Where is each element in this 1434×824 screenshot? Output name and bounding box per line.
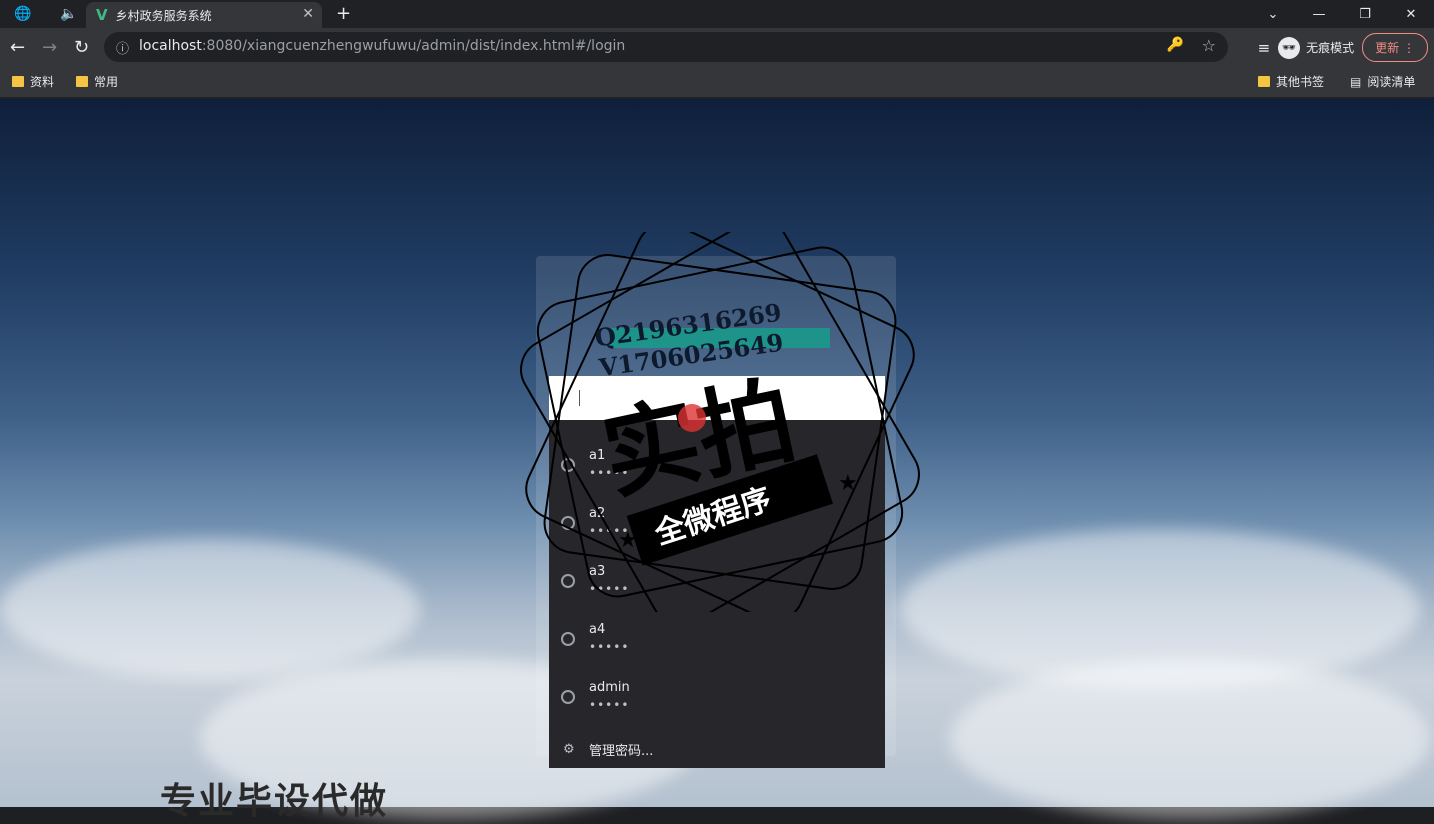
- restore-icon[interactable]: ❐: [1342, 0, 1388, 28]
- autofill-dropdown: a1 ••••• a2 ••••• a3 ••••• a4 ••••• admi…: [549, 420, 885, 768]
- close-tab-icon[interactable]: ✕: [302, 6, 314, 22]
- username-input[interactable]: [549, 376, 885, 420]
- minimize-icon[interactable]: —: [1296, 0, 1342, 28]
- manage-passwords[interactable]: ⚙ 管理密码...: [549, 738, 885, 762]
- reload-icon[interactable]: ↻: [74, 37, 89, 58]
- account-name: a2: [589, 506, 606, 521]
- folder-icon: [76, 76, 88, 87]
- manage-passwords-label: 管理密码...: [589, 744, 654, 759]
- new-tab-icon[interactable]: +: [336, 3, 351, 24]
- url-text[interactable]: localhost:8080/xiangcuenzhengwufuwu/admi…: [139, 38, 625, 54]
- reading-mode-icon[interactable]: ≡: [1258, 39, 1271, 57]
- gear-icon: ⚙: [563, 742, 575, 757]
- incognito-indicator[interactable]: 🕶 无痕模式: [1278, 36, 1355, 59]
- tab-active[interactable]: V 乡村政务服务系统 ✕: [86, 2, 322, 28]
- text-caret: [579, 390, 580, 406]
- incognito-label: 无痕模式: [1306, 41, 1355, 55]
- cloud: [950, 659, 1430, 819]
- saved-account-1[interactable]: a2 •••••: [549, 486, 885, 544]
- bookmark-folder-0[interactable]: 资料: [12, 73, 54, 90]
- other-bookmarks-label: 其他书签: [1276, 75, 1325, 89]
- address-bar[interactable]: ⓘ localhost:8080/xiangcuenzhengwufuwu/ad…: [104, 32, 1228, 62]
- cloud: [0, 539, 420, 679]
- account-password: •••••: [589, 524, 630, 538]
- key-icon[interactable]: 🔑: [1167, 37, 1184, 53]
- account-password: •••••: [589, 640, 630, 654]
- bottom-watermark-text: 专业毕设代做: [160, 781, 389, 822]
- browser-toolbar: ← → ↻ ⓘ localhost:8080/xiangcuenzhengwuf…: [0, 28, 1434, 66]
- reading-list-icon: ▤: [1350, 74, 1362, 89]
- folder-icon: [12, 76, 24, 87]
- vue-logo-icon: V: [96, 6, 108, 24]
- account-name: a4: [589, 622, 606, 637]
- saved-account-0[interactable]: a1 •••••: [549, 428, 885, 486]
- update-label: 更新: [1375, 41, 1400, 55]
- login-title-highlight: [610, 328, 830, 348]
- globe-icon[interactable]: 🌐: [0, 0, 46, 28]
- bookmark-folder-1[interactable]: 常用: [76, 73, 118, 90]
- saved-account-4[interactable]: admin •••••: [549, 660, 885, 718]
- account-name: a1: [589, 448, 606, 463]
- reading-list-label: 阅读清单: [1367, 75, 1416, 89]
- account-password: •••••: [589, 698, 630, 712]
- key-icon: [561, 690, 575, 704]
- title-bar: 🌐 🔈 V 乡村政务服务系统 ✕ + ⌄ — ❐ ✕: [0, 0, 1434, 28]
- incognito-icon: 🕶: [1278, 36, 1301, 59]
- tab-title: 乡村政务服务系统: [115, 8, 212, 23]
- key-icon: [561, 458, 575, 472]
- bookmarks-bar: 资料 常用 其他书签 ▤ 阅读清单: [0, 66, 1434, 98]
- other-bookmarks[interactable]: 其他书签: [1258, 73, 1324, 90]
- tab-search-icon[interactable]: ⌄: [1250, 0, 1296, 28]
- key-icon: [561, 574, 575, 588]
- account-name: a3: [589, 564, 606, 579]
- account-password: •••••: [589, 466, 630, 480]
- bookmark-label: 资料: [30, 75, 55, 89]
- account-password: •••••: [589, 582, 630, 596]
- forward-icon[interactable]: →: [42, 37, 57, 58]
- reading-list[interactable]: ▤ 阅读清单: [1350, 73, 1415, 90]
- info-icon[interactable]: ⓘ: [116, 38, 129, 57]
- key-icon: [561, 516, 575, 530]
- bookmark-label: 常用: [94, 75, 119, 89]
- saved-account-3[interactable]: a4 •••••: [549, 602, 885, 660]
- bookmark-star-icon[interactable]: ☆: [1202, 36, 1216, 55]
- saved-account-2[interactable]: a3 •••••: [549, 544, 885, 602]
- folder-icon: [1258, 76, 1270, 87]
- window-close-icon[interactable]: ✕: [1388, 0, 1434, 28]
- update-button[interactable]: 更新 ⋮: [1362, 33, 1428, 62]
- back-icon[interactable]: ←: [10, 37, 25, 58]
- account-name: admin: [589, 680, 630, 695]
- key-icon: [561, 632, 575, 646]
